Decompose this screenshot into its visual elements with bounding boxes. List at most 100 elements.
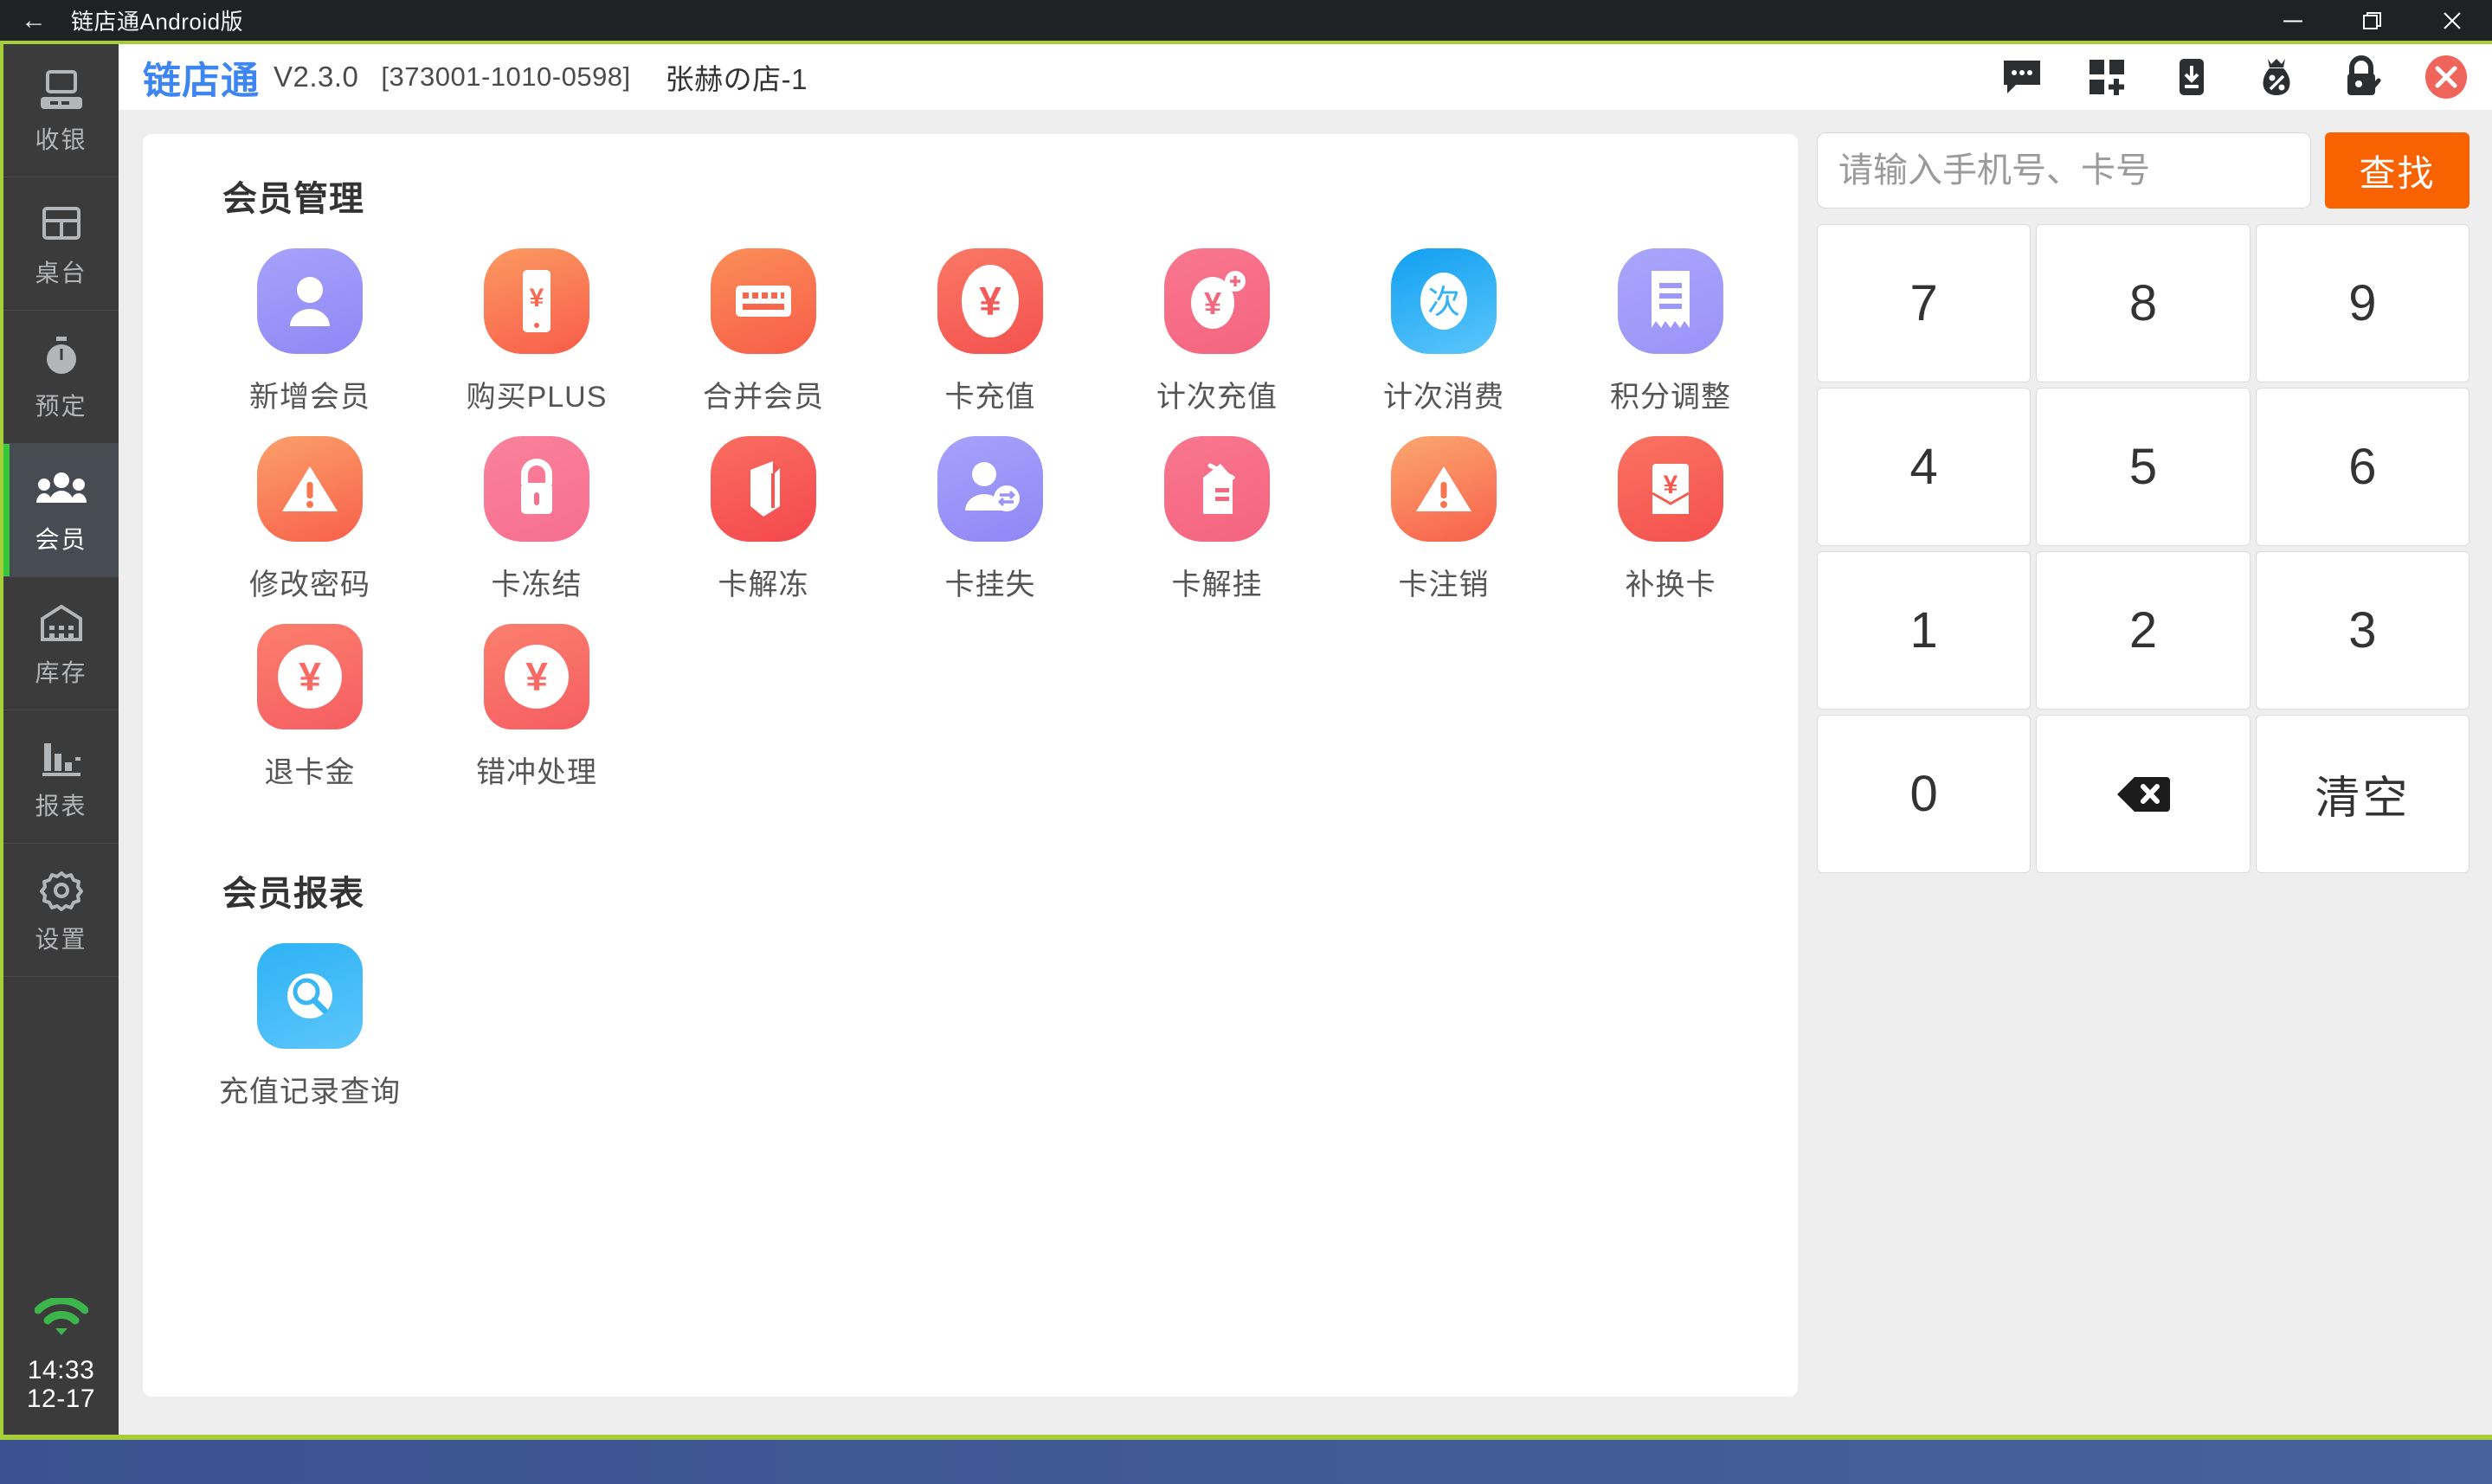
os-window-title: 链店通Android版 [71, 9, 244, 35]
backspace-icon [2116, 774, 2170, 814]
yen-glyph: ¥ [962, 265, 1019, 337]
os-taskbar [0, 1440, 2492, 1484]
back-arrow-icon[interactable]: ← [0, 0, 68, 41]
sidebar: 收银 桌台 预定 会员 库存 报表 设置 14:33 12-17 [3, 44, 119, 1435]
tile-label: 卡冻结 [491, 569, 583, 601]
key-7[interactable]: 7 [1817, 224, 2032, 382]
gear-icon [37, 864, 86, 913]
device-code-label: [373001-1010-0598] [381, 61, 631, 92]
close-icon[interactable] [2412, 0, 2492, 41]
apps-add-icon[interactable] [2083, 54, 2130, 100]
lock-check-icon[interactable] [2338, 54, 2385, 100]
tile-card-freeze[interactable]: 卡冻结 [423, 436, 650, 603]
yen-correction-icon: ¥ [484, 624, 589, 729]
stopwatch-icon [37, 331, 86, 380]
tile-label: 卡注销 [1398, 569, 1490, 601]
svg-text:次: 次 [1427, 285, 1460, 321]
sidebar-item-tables[interactable]: 桌台 [3, 177, 119, 311]
download-icon[interactable] [2168, 54, 2215, 100]
tile-times-recharge[interactable]: ¥ 计次充值 [1104, 248, 1330, 415]
phone-yen-icon: ¥ [484, 248, 589, 354]
key-1[interactable]: 1 [1817, 551, 2032, 710]
tile-points-adjust[interactable]: 积分调整 [1557, 248, 1784, 415]
search-row: 查找 [1817, 132, 2469, 209]
members-icon [35, 465, 87, 513]
key-3[interactable]: 3 [2255, 551, 2469, 710]
tile-label: 卡挂失 [944, 569, 1036, 601]
sidebar-item-settings[interactable]: 设置 [3, 844, 119, 977]
sidebar-item-label: 库存 [35, 659, 87, 686]
sidebar-item-members[interactable]: 会员 [3, 444, 119, 577]
card-unlock-icon [1164, 436, 1270, 542]
shop-name-label: 张赫の店-1 [665, 63, 808, 95]
tile-change-password[interactable]: 修改密码 [196, 436, 423, 603]
tile-card-replace[interactable]: ¥ 补换卡 [1557, 436, 1784, 603]
svg-text:¥: ¥ [1204, 286, 1221, 321]
close-circle-icon[interactable] [2423, 54, 2469, 100]
app-body: 收银 桌台 预定 会员 库存 报表 设置 14:33 12-17 链店通 V2.… [3, 44, 2492, 1435]
brand-title: 链店通 [143, 60, 260, 102]
svg-text:¥: ¥ [530, 284, 544, 312]
message-icon[interactable] [1999, 54, 2045, 100]
table-grid-icon [37, 198, 86, 247]
key-backspace[interactable] [2036, 715, 2251, 873]
search-button[interactable]: 查找 [2325, 132, 2469, 209]
sidebar-item-reservation[interactable]: 预定 [3, 311, 119, 444]
status-date: 12-17 [26, 1384, 96, 1414]
sidebar-item-label: 预定 [35, 393, 87, 420]
content-row: 会员管理 新增会员 ¥ 购买PLUS 合并会员 ¥ 卡充值 ¥ 计次充值 次 计… [119, 110, 2492, 1435]
tile-times-consume[interactable]: 次 计次消费 [1330, 248, 1557, 415]
key-4[interactable]: 4 [1817, 388, 2032, 546]
yen-refund-icon: ¥ [257, 624, 363, 729]
tile-card-refund[interactable]: ¥ 退卡金 [196, 624, 423, 791]
tile-label: 计次充值 [1156, 381, 1278, 414]
section-title-member-report: 会员报表 [222, 875, 364, 913]
tile-label: 积分调整 [1610, 381, 1731, 414]
search-input[interactable] [1817, 132, 2311, 209]
tile-label: 卡充值 [944, 381, 1036, 414]
tile-card-unlock[interactable]: 卡解挂 [1104, 436, 1330, 603]
key-2[interactable]: 2 [2036, 551, 2251, 710]
sidebar-item-inventory[interactable]: 库存 [3, 577, 119, 710]
tile-card-recharge[interactable]: ¥ 卡充值 [877, 248, 1104, 415]
user-add-icon [257, 248, 363, 354]
sidebar-item-label: 收银 [35, 126, 87, 153]
minimize-icon[interactable] [2253, 0, 2333, 41]
key-0[interactable]: 0 [1817, 715, 2032, 873]
tile-label: 卡解挂 [1171, 569, 1263, 601]
tile-label: 充值记录查询 [219, 1076, 401, 1108]
tile-label: 补换卡 [1625, 569, 1716, 601]
tile-add-member[interactable]: 新增会员 [196, 248, 423, 415]
money-bag-percent-icon[interactable] [2253, 54, 2300, 100]
window-controls [2253, 0, 2492, 41]
search-record-icon [257, 943, 363, 1049]
tile-card-cancel[interactable]: 卡注销 [1330, 436, 1557, 603]
section-title-member-management: 会员管理 [222, 180, 364, 218]
tile-recharge-record-query[interactable]: 充值记录查询 [196, 943, 423, 1110]
restore-window-icon[interactable] [2333, 0, 2412, 41]
key-8[interactable]: 8 [2036, 224, 2251, 382]
tile-card-unfreeze[interactable]: 卡解冻 [650, 436, 877, 603]
numeric-keypad: 7 8 9 4 5 6 1 2 3 0 清空 [1817, 224, 2469, 873]
key-9[interactable]: 9 [2255, 224, 2469, 382]
tile-merge-member[interactable]: 合并会员 [650, 248, 877, 415]
header-toolbar [1999, 54, 2469, 100]
yen-plus-icon: ¥ [1164, 248, 1270, 354]
yen-glyph: ¥ [505, 645, 569, 709]
sidebar-item-reports[interactable]: 报表 [3, 710, 119, 844]
key-clear[interactable]: 清空 [2255, 715, 2469, 873]
sidebar-item-cashier[interactable]: 收银 [3, 44, 119, 177]
unfreeze-card-icon [711, 436, 816, 542]
tile-card-report-lost[interactable]: 卡挂失 [877, 436, 1104, 603]
tile-label: 合并会员 [703, 381, 824, 414]
cash-register-icon [37, 65, 86, 113]
sidebar-item-label: 桌台 [35, 260, 87, 286]
tile-correction-handling[interactable]: ¥ 错冲处理 [423, 624, 650, 791]
member-report-tiles: 充值记录查询 [196, 915, 1798, 1131]
tile-label: 卡解冻 [718, 569, 809, 601]
key-5[interactable]: 5 [2036, 388, 2251, 546]
key-6[interactable]: 6 [2255, 388, 2469, 546]
sidebar-item-label: 设置 [35, 926, 87, 953]
replace-card-yen-icon: ¥ [1618, 436, 1723, 542]
tile-buy-plus[interactable]: ¥ 购买PLUS [423, 248, 650, 415]
